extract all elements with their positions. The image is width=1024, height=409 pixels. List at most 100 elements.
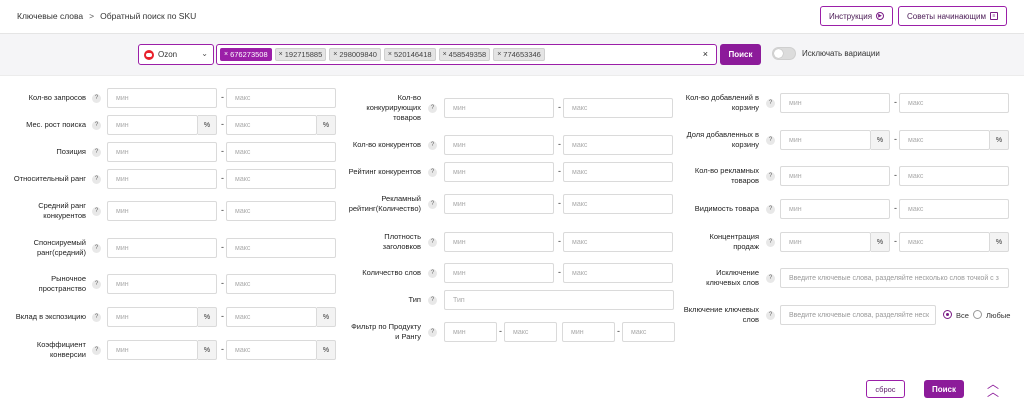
sku-tag[interactable]: × 298009840 bbox=[329, 48, 381, 61]
help-icon[interactable]: ? bbox=[92, 147, 101, 157]
min-input[interactable]: мин bbox=[444, 135, 554, 155]
max-input[interactable]: макс bbox=[226, 238, 336, 258]
help-icon[interactable]: ? bbox=[766, 204, 775, 214]
sku-tag[interactable]: × 676273508 bbox=[220, 48, 272, 61]
help-icon[interactable]: ? bbox=[92, 120, 101, 130]
sku-tag[interactable]: × 774653346 bbox=[493, 48, 545, 61]
min-input[interactable]: мин bbox=[107, 88, 217, 108]
include-any-radio[interactable] bbox=[973, 310, 982, 319]
min-input[interactable]: мин bbox=[107, 340, 198, 360]
help-icon[interactable]: ? bbox=[92, 345, 101, 355]
min-input[interactable]: мин bbox=[107, 274, 217, 294]
min-input[interactable]: мин bbox=[444, 162, 554, 182]
help-icon[interactable]: ? bbox=[92, 93, 101, 103]
help-icon[interactable]: ? bbox=[766, 273, 775, 283]
max-input[interactable]: макс bbox=[226, 142, 336, 162]
min-input[interactable]: мин bbox=[107, 201, 217, 221]
max-input[interactable]: макс bbox=[899, 166, 1009, 186]
help-icon[interactable]: ? bbox=[428, 295, 437, 305]
min-input[interactable]: мин bbox=[444, 263, 554, 283]
help-icon[interactable]: ? bbox=[92, 312, 101, 322]
help-icon[interactable]: ? bbox=[766, 237, 775, 247]
help-icon[interactable]: ? bbox=[92, 174, 101, 184]
max-input[interactable]: макс bbox=[226, 340, 317, 360]
min-input[interactable]: мин bbox=[107, 238, 217, 258]
min-input[interactable]: мин bbox=[107, 307, 198, 327]
product-max-input[interactable]: макс bbox=[504, 322, 557, 342]
max-input[interactable]: макс bbox=[563, 194, 673, 214]
max-input[interactable]: макс bbox=[226, 169, 336, 189]
tag-remove-icon[interactable]: × bbox=[497, 51, 501, 58]
sku-tag[interactable]: × 520146418 bbox=[383, 48, 436, 61]
reset-button[interactable]: сброс bbox=[866, 380, 905, 398]
tag-remove-icon[interactable]: × bbox=[333, 51, 337, 58]
breadcrumb-root[interactable]: Ключевые слова bbox=[17, 11, 83, 21]
max-input[interactable]: макс bbox=[563, 263, 673, 283]
sku-tag[interactable]: × 458549358 bbox=[438, 48, 491, 61]
type-select[interactable]: Тип bbox=[444, 290, 674, 310]
help-icon[interactable]: ? bbox=[428, 268, 437, 278]
tag-remove-icon[interactable]: × bbox=[279, 51, 283, 58]
include-all-radio[interactable] bbox=[943, 310, 952, 319]
help-icon[interactable]: ? bbox=[92, 279, 101, 289]
help-icon[interactable]: ? bbox=[766, 98, 775, 108]
product-min-input[interactable]: мин bbox=[444, 322, 497, 342]
max-input[interactable]: макс bbox=[899, 93, 1009, 113]
max-input[interactable]: макс bbox=[226, 274, 336, 294]
footer-search-button[interactable]: Поиск bbox=[924, 380, 964, 398]
instruction-button[interactable]: Инструкция ▶ bbox=[820, 6, 893, 26]
max-input[interactable]: макс bbox=[899, 232, 990, 252]
rank-max-input[interactable]: макс bbox=[622, 322, 675, 342]
min-input[interactable]: мин bbox=[780, 199, 890, 219]
tag-remove-icon[interactable]: × bbox=[443, 51, 447, 58]
max-input[interactable]: макс bbox=[899, 130, 990, 150]
help-icon[interactable]: ? bbox=[428, 140, 437, 150]
help-icon[interactable]: ? bbox=[766, 171, 775, 181]
max-input[interactable]: макс bbox=[563, 162, 673, 182]
min-input[interactable]: мин bbox=[780, 166, 890, 186]
max-input[interactable]: макс bbox=[226, 307, 317, 327]
range-dash: - bbox=[558, 267, 561, 277]
tag-remove-icon[interactable]: × bbox=[388, 51, 392, 58]
help-icon[interactable]: ? bbox=[428, 167, 437, 177]
help-icon[interactable]: ? bbox=[766, 135, 775, 145]
min-input[interactable]: мин bbox=[444, 98, 554, 118]
help-icon[interactable]: ? bbox=[428, 199, 437, 209]
min-input[interactable]: мин bbox=[444, 232, 554, 252]
include-keywords-input[interactable]: Введите ключевые слова, разделяйте неск bbox=[780, 305, 936, 325]
max-input[interactable]: макс bbox=[563, 232, 673, 252]
exclude-variations-toggle[interactable] bbox=[772, 47, 796, 60]
help-icon[interactable]: ? bbox=[428, 237, 437, 247]
search-button[interactable]: Поиск bbox=[720, 44, 761, 65]
help-icon[interactable]: ? bbox=[766, 310, 775, 320]
clear-icon[interactable]: × bbox=[703, 49, 708, 59]
max-input[interactable]: макс bbox=[226, 201, 336, 221]
scroll-top-icon[interactable]: ︿ ︿ bbox=[985, 378, 1001, 398]
rank-min-input[interactable]: мин bbox=[562, 322, 615, 342]
min-input[interactable]: мин bbox=[780, 232, 871, 252]
platform-select[interactable]: Ozon ⌄ bbox=[138, 44, 214, 65]
sku-tag[interactable]: × 192715885 bbox=[274, 48, 327, 61]
tag-remove-icon[interactable]: × bbox=[224, 51, 228, 58]
max-input[interactable]: макс bbox=[226, 88, 336, 108]
min-input[interactable]: мин bbox=[444, 194, 554, 214]
max-input[interactable]: макс bbox=[563, 135, 673, 155]
filter-label: Включение ключевых слов bbox=[683, 305, 759, 324]
min-input[interactable]: мин bbox=[780, 130, 871, 150]
max-input[interactable]: макс bbox=[563, 98, 673, 118]
min-input[interactable]: мин bbox=[107, 169, 217, 189]
help-icon[interactable]: ? bbox=[428, 327, 437, 337]
max-input[interactable]: макс bbox=[899, 199, 1009, 219]
min-input[interactable]: мин bbox=[107, 142, 217, 162]
help-icon[interactable]: ? bbox=[92, 206, 101, 216]
help-icon[interactable]: ? bbox=[428, 103, 437, 113]
sku-tags-input[interactable]: × 676273508 × 192715885 × 298009840 × 520146418… bbox=[216, 44, 717, 65]
min-input[interactable]: мин bbox=[107, 115, 198, 135]
percent-addon: % bbox=[317, 340, 336, 360]
filter-label: Исключение ключевых слов bbox=[706, 268, 759, 287]
help-icon[interactable]: ? bbox=[92, 243, 101, 253]
tips-button[interactable]: Советы начинающим ≡ bbox=[898, 6, 1007, 26]
min-input[interactable]: мин bbox=[780, 93, 890, 113]
exclude-keywords-input[interactable]: Введите ключевые слова, разделяйте неско… bbox=[780, 268, 1009, 288]
max-input[interactable]: макс bbox=[226, 115, 317, 135]
